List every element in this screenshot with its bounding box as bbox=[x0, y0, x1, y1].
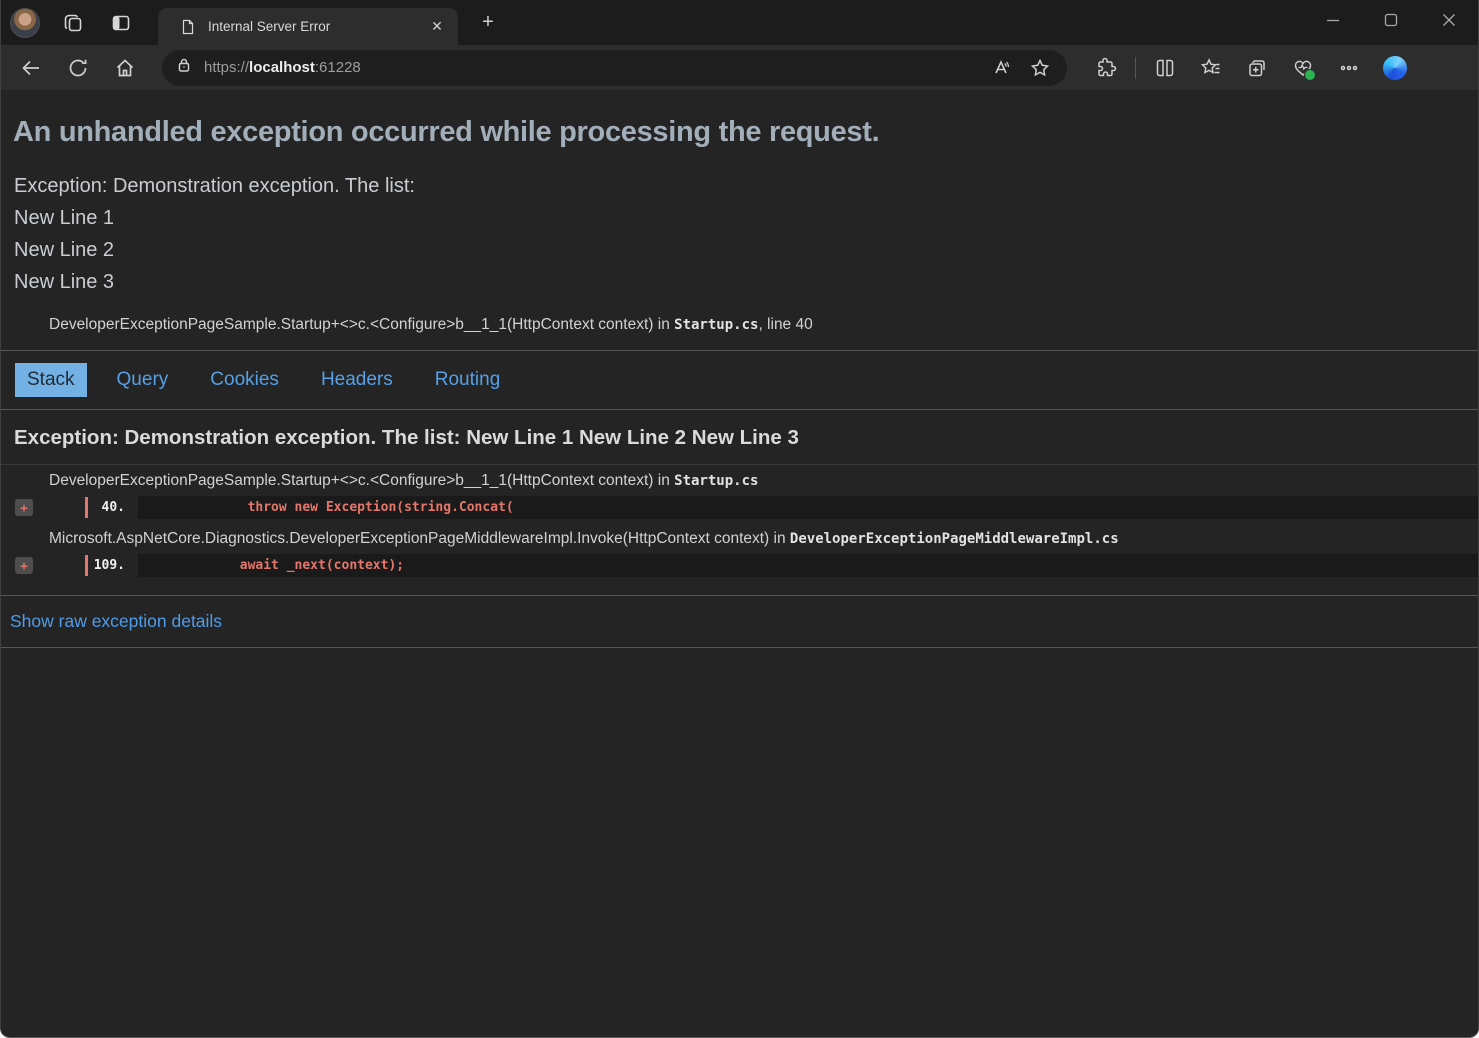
new-tab-button[interactable]: + bbox=[474, 9, 502, 37]
url-port: :61228 bbox=[315, 59, 361, 76]
frame-file: Startup.cs bbox=[674, 473, 758, 489]
spacer bbox=[1, 581, 1478, 595]
read-aloud-icon[interactable] bbox=[987, 53, 1017, 83]
settings-more-icon[interactable] bbox=[1334, 53, 1364, 83]
browser-window: Internal Server Error ✕ + bbox=[0, 0, 1479, 1038]
browser-essentials-icon[interactable] bbox=[1288, 53, 1318, 83]
lock-icon[interactable] bbox=[176, 57, 192, 78]
home-icon[interactable] bbox=[108, 51, 142, 85]
exception-location: DeveloperExceptionPageSample.Startup+<>c… bbox=[1, 298, 1478, 350]
tab-query[interactable]: Query bbox=[105, 363, 181, 397]
frame-in: in bbox=[653, 472, 674, 489]
url-host: localhost bbox=[249, 59, 315, 76]
line-number: 109. bbox=[88, 558, 125, 573]
split-screen-icon[interactable] bbox=[1150, 53, 1180, 83]
active-tab[interactable]: Internal Server Error ✕ bbox=[158, 8, 458, 45]
maximize-button[interactable] bbox=[1362, 0, 1420, 40]
tab-strip: Internal Server Error ✕ + bbox=[1, 0, 1478, 45]
tab-headers[interactable]: Headers bbox=[309, 363, 405, 397]
stack-frame: DeveloperExceptionPageSample.Startup+<>c… bbox=[1, 465, 1478, 519]
copilot-icon[interactable] bbox=[1380, 53, 1410, 83]
workspaces-icon[interactable] bbox=[58, 8, 88, 38]
tab-routing[interactable]: Routing bbox=[423, 363, 513, 397]
favorite-star-icon[interactable] bbox=[1025, 53, 1055, 83]
toolbar-right-cluster bbox=[1083, 53, 1418, 83]
tab-title: Internal Server Error bbox=[208, 19, 426, 34]
location-file: Startup.cs bbox=[674, 317, 758, 333]
frame-method-name: DeveloperExceptionPageSample.Startup+<>c… bbox=[49, 472, 653, 489]
url-text: https://localhost:61228 bbox=[204, 59, 979, 76]
frame-code-row: + 109. await _next(context); bbox=[1, 554, 1478, 577]
location-line-number: , line 40 bbox=[758, 316, 812, 333]
error-code-line: throw new Exception(string.Concat( bbox=[138, 496, 1478, 519]
collections-icon[interactable] bbox=[1242, 53, 1272, 83]
extensions-icon[interactable] bbox=[1091, 53, 1121, 83]
tab-cookies[interactable]: Cookies bbox=[198, 363, 291, 397]
frame-code-row: + 40. throw new Exception(string.Concat( bbox=[1, 496, 1478, 519]
frame-file: DeveloperExceptionPageMiddlewareImpl.cs bbox=[790, 531, 1119, 547]
error-page: An unhandled exception occurred while pr… bbox=[1, 90, 1478, 1037]
stack-section-heading: Exception: Demonstration exception. The … bbox=[1, 410, 1478, 464]
show-raw-exception-link[interactable]: Show raw exception details bbox=[10, 611, 222, 632]
exception-message-line: New Line 1 bbox=[14, 202, 1478, 234]
frame-method-name: Microsoft.AspNetCore.Diagnostics.Develop… bbox=[49, 530, 769, 547]
expand-frame-button[interactable]: + bbox=[15, 557, 33, 574]
stack-frame: Microsoft.AspNetCore.Diagnostics.Develop… bbox=[1, 523, 1478, 577]
close-window-button[interactable] bbox=[1420, 0, 1478, 40]
expand-frame-button[interactable]: + bbox=[15, 499, 33, 516]
tab-actions-icon[interactable] bbox=[106, 8, 136, 38]
page-title: An unhandled exception occurred while pr… bbox=[1, 90, 1478, 156]
essentials-ok-badge bbox=[1304, 69, 1316, 81]
line-number: 40. bbox=[88, 500, 125, 515]
divider bbox=[1, 647, 1478, 648]
exception-message-line: Exception: Demonstration exception. The … bbox=[14, 170, 1478, 202]
frame-method: DeveloperExceptionPageSample.Startup+<>c… bbox=[1, 465, 1478, 494]
exception-message: Exception: Demonstration exception. The … bbox=[1, 156, 1478, 298]
frame-method: Microsoft.AspNetCore.Diagnostics.Develop… bbox=[1, 523, 1478, 552]
divider bbox=[1, 595, 1478, 596]
close-tab-icon[interactable]: ✕ bbox=[426, 16, 448, 38]
minimize-button[interactable] bbox=[1304, 0, 1362, 40]
detail-tabs: Stack Query Cookies Headers Routing bbox=[1, 351, 1478, 409]
exception-message-line: New Line 2 bbox=[14, 234, 1478, 266]
refresh-icon[interactable] bbox=[61, 51, 95, 85]
error-code-line: await _next(context); bbox=[138, 554, 1478, 577]
toolbar-divider bbox=[1135, 57, 1136, 79]
page-favicon-icon bbox=[180, 19, 196, 35]
exception-message-line: New Line 3 bbox=[14, 266, 1478, 298]
location-method: DeveloperExceptionPageSample.Startup+<>c… bbox=[49, 316, 653, 333]
url-scheme: https:// bbox=[204, 59, 249, 76]
browser-toolbar: https://localhost:61228 bbox=[1, 45, 1478, 90]
tab-stack[interactable]: Stack bbox=[15, 363, 87, 397]
window-controls bbox=[1304, 0, 1478, 40]
favorites-hub-icon[interactable] bbox=[1196, 53, 1226, 83]
address-bar[interactable]: https://localhost:61228 bbox=[162, 50, 1067, 86]
location-in: in bbox=[653, 316, 674, 333]
back-icon[interactable] bbox=[14, 51, 48, 85]
frame-in: in bbox=[769, 530, 790, 547]
profile-avatar[interactable] bbox=[10, 8, 40, 38]
